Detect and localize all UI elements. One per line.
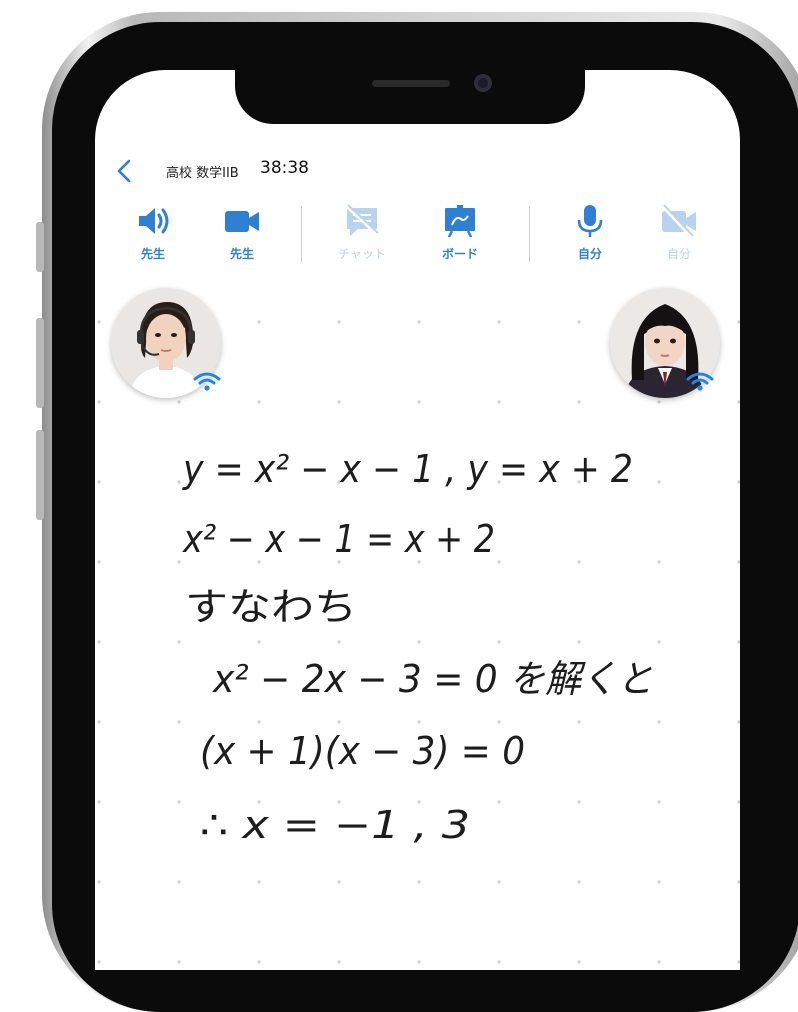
earpiece-speaker: [372, 80, 450, 87]
whiteboard-canvas[interactable]: y = x² − x − 1 , y = x + 2 x² − x − 1 = …: [95, 70, 740, 970]
screen: 高校 数学IIB 38:38 先生 先生 チャット ボード 自分 自分 y = …: [95, 70, 740, 970]
phone-notch: [235, 62, 585, 124]
board-line-4: x² − 2x − 3 = 0 を解くと: [212, 657, 653, 701]
board-line-1: y = x² − x − 1 , y = x + 2: [182, 447, 633, 491]
mute-switch: [36, 222, 44, 272]
board-line-6: ∴ x = −1 , 3: [200, 803, 470, 847]
volume-up-button: [36, 318, 44, 408]
board-line-3: すなわち: [185, 585, 357, 629]
volume-down-button: [36, 430, 44, 520]
board-line-2: x² − x − 1 = x + 2: [182, 517, 495, 561]
board-line-5: (x + 1)(x − 3) = 0: [200, 729, 525, 773]
front-camera: [474, 74, 492, 92]
